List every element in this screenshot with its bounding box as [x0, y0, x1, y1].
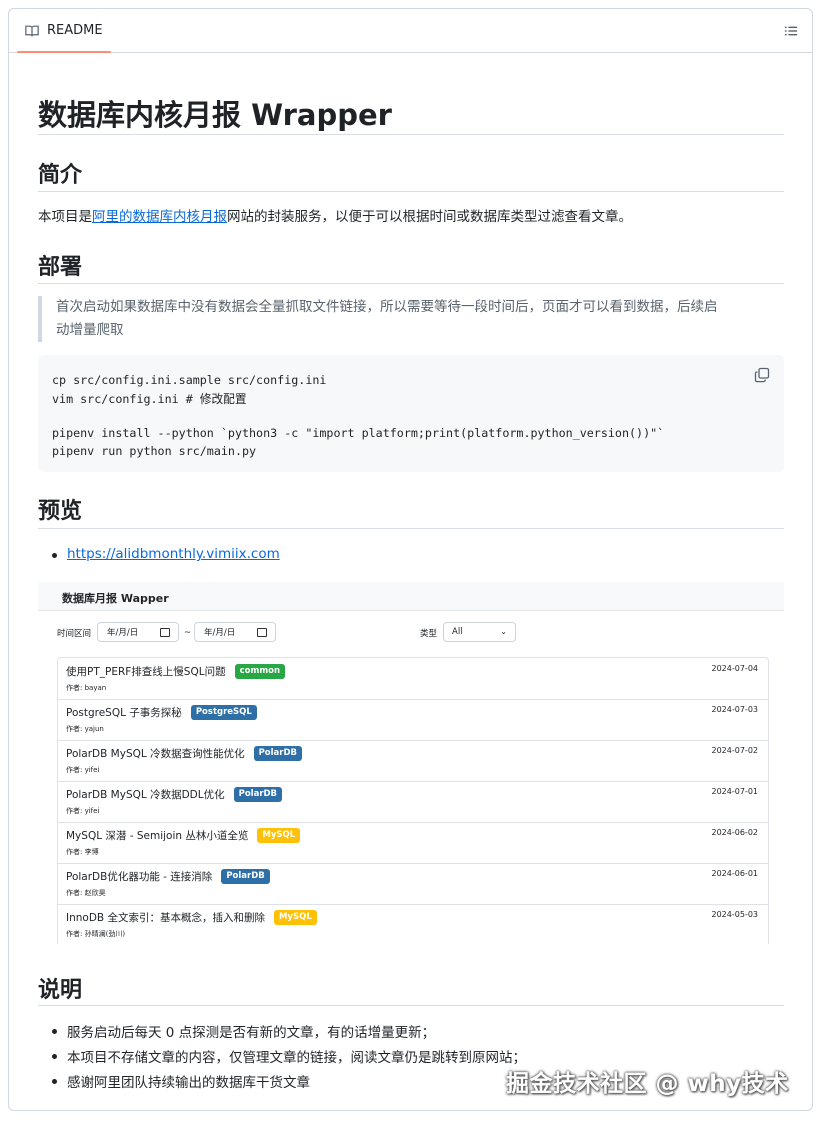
copy-icon[interactable]	[754, 367, 770, 386]
article-date: 2024-07-02	[711, 746, 759, 755]
notes-item: 本项目不存储文章的内容，仅管理文章的链接，阅读文章仍是跳转到原网站；	[67, 1050, 526, 1066]
article-date: 2024-06-01	[711, 869, 759, 878]
code-line: pipenv install --python `python3 -c "imp…	[52, 426, 665, 440]
article-title[interactable]: PolarDB MySQL 冷数据查询性能优化	[66, 746, 245, 761]
time-range-label: 时间区间	[57, 629, 92, 639]
article-author: 作者: 孙晴澜(劲川)	[66, 930, 126, 938]
outline-icon[interactable]	[784, 23, 798, 42]
section-heading-intro: 简介	[38, 163, 83, 188]
intro-suffix: 网站的封装服务，以便于可以根据时间或数据库类型过滤查看文章。	[227, 209, 632, 225]
article-title[interactable]: InnoDB 全文索引：基本概念，插入和删除	[66, 910, 265, 925]
article-row[interactable]: PolarDB MySQL 冷数据查询性能优化 PolarDB 作者: yifei 2…	[58, 740, 768, 782]
intro-paragraph: 本项目是阿里的数据库内核月报网站的封装服务，以便于可以根据时间或数据库类型过滤查…	[38, 206, 632, 228]
article-title-line: InnoDB 全文索引：基本概念，插入和删除 MySQL	[66, 910, 317, 925]
article-author: 作者: bayan	[66, 684, 107, 692]
article-date: 2024-05-03	[711, 910, 759, 919]
divider	[38, 528, 784, 529]
article-tag-badge: PolarDB	[221, 869, 270, 884]
watermark: 掘金技术社区 @ why技术	[506, 1071, 789, 1097]
app-navbar: 数据库月报 Wapper	[38, 582, 784, 611]
list-bullet	[52, 1054, 57, 1059]
notes-item: 服务启动后每天 0 点探测是否有新的文章，有的话增量更新；	[67, 1025, 436, 1041]
article-title-line: MySQL 深潜 - Semijoin 丛林小道全览 MySQL	[66, 828, 301, 843]
article-title-line: PolarDB优化器功能 - 连接消除 PolarDB	[66, 869, 270, 884]
type-label: 类型	[420, 629, 438, 639]
book-icon	[25, 25, 39, 36]
section-heading-notes: 说明	[38, 978, 83, 1003]
monthly-report-link[interactable]: 阿里的数据库内核月报	[92, 209, 227, 225]
preview-screenshot: 数据库月报 Wapper 时间区间 年/月/日 ~ 年/月/日 类型 All ⌄…	[38, 582, 784, 944]
page-title: 数据库内核月报 Wrapper	[38, 98, 392, 132]
intro-prefix: 本项目是	[38, 209, 92, 225]
end-date-input[interactable]: 年/月/日	[194, 622, 276, 642]
article-tag-badge: PolarDB	[233, 787, 283, 802]
article-author: 作者: yifei	[66, 807, 100, 815]
divider	[38, 1005, 784, 1006]
article-tag-badge: PolarDB	[253, 746, 303, 761]
notes-item: 感谢阿里团队持续输出的数据库干货文章	[67, 1075, 310, 1091]
calendar-icon	[160, 628, 170, 637]
section-heading-deploy: 部署	[38, 255, 83, 280]
calendar-icon	[257, 628, 267, 637]
article-row[interactable]: PolarDB优化器功能 - 连接消除 PolarDB 作者: 赵欣昊 2024-06…	[58, 863, 768, 905]
article-title-line: PolarDB MySQL 冷数据DDL优化 PolarDB	[66, 787, 283, 802]
article-tag-badge: PostgreSQL	[190, 705, 257, 720]
quote-line: 动增量爬取	[56, 322, 124, 338]
article-author: 作者: 李博	[66, 848, 99, 856]
start-date-input[interactable]: 年/月/日	[97, 622, 179, 642]
article-title-line: PostgreSQL 子事务探秘 PostgreSQL	[66, 705, 257, 720]
date-placeholder: 年/月/日	[107, 628, 139, 638]
quote-line: 首次启动如果数据库中没有数据会全量抓取文件链接，所以需要等待一段时间后，页面才可…	[56, 299, 718, 315]
tab-readme[interactable]: README	[17, 9, 111, 53]
code-line: pipenv run python src/main.py	[52, 444, 257, 458]
article-list: 使用PT_PERF排查线上慢SQL问题 common 作者: bayan 2024-0…	[57, 657, 769, 944]
date-placeholder: 年/月/日	[204, 628, 236, 638]
code-block: cp src/config.ini.sample src/config.ini …	[38, 355, 784, 472]
article-date: 2024-07-03	[711, 705, 759, 714]
article-date: 2024-07-04	[711, 664, 759, 673]
article-row[interactable]: PostgreSQL 子事务探秘 PostgreSQL 作者: yajun 2024-…	[58, 699, 768, 741]
list-bullet	[52, 1079, 57, 1084]
article-row[interactable]: InnoDB 全文索引：基本概念，插入和删除 MySQL 作者: 孙晴澜(劲川) 20…	[58, 904, 768, 944]
preview-link[interactable]: https://alidbmonthly.vimiix.com	[67, 546, 280, 562]
article-title[interactable]: 使用PT_PERF排查线上慢SQL问题	[66, 664, 226, 679]
divider	[38, 191, 784, 192]
type-select-value: All	[452, 627, 463, 637]
app-title: 数据库月报 Wapper	[62, 592, 169, 605]
list-bullet	[52, 553, 57, 558]
article-author: 作者: 赵欣昊	[66, 889, 106, 897]
article-title[interactable]: PostgreSQL 子事务探秘	[66, 705, 182, 720]
article-row[interactable]: PolarDB MySQL 冷数据DDL优化 PolarDB 作者: yifei 20…	[58, 781, 768, 823]
list-bullet	[52, 1029, 57, 1034]
article-date: 2024-07-01	[711, 787, 759, 796]
readme-card: README 数据库内核月报 Wrapper 简介 本项目是阿里的数据库内核月报…	[8, 8, 813, 1111]
code-line: vim src/config.ini # 修改配置	[52, 392, 247, 406]
article-row[interactable]: MySQL 深潜 - Semijoin 丛林小道全览 MySQL 作者: 李博 202…	[58, 822, 768, 864]
code-line: cp src/config.ini.sample src/config.ini	[52, 373, 327, 387]
chevron-down-icon: ⌄	[500, 627, 507, 636]
deploy-blockquote: 首次启动如果数据库中没有数据会全量抓取文件链接，所以需要等待一段时间后，页面才可…	[38, 296, 772, 342]
article-row[interactable]: 使用PT_PERF排查线上慢SQL问题 common 作者: bayan 2024-0…	[58, 658, 768, 700]
article-tag-badge: MySQL	[257, 828, 301, 843]
article-title-line: PolarDB MySQL 冷数据查询性能优化 PolarDB	[66, 746, 303, 761]
tab-underline	[17, 51, 111, 53]
article-author: 作者: yajun	[66, 725, 104, 733]
date-separator: ~	[184, 628, 192, 638]
article-title[interactable]: PolarDB MySQL 冷数据DDL优化	[66, 787, 225, 802]
readme-tabbar: README	[9, 9, 812, 53]
article-title[interactable]: PolarDB优化器功能 - 连接消除	[66, 869, 212, 884]
section-heading-preview: 预览	[38, 499, 83, 524]
type-select[interactable]: All ⌄	[443, 622, 516, 642]
article-title-line: 使用PT_PERF排查线上慢SQL问题 common	[66, 664, 286, 679]
article-author: 作者: yifei	[66, 766, 100, 774]
divider	[38, 134, 784, 135]
article-date: 2024-06-02	[711, 828, 759, 837]
article-tag-badge: common	[234, 664, 286, 679]
article-title[interactable]: MySQL 深潜 - Semijoin 丛林小道全览	[66, 828, 248, 843]
tab-readme-label: README	[47, 23, 103, 38]
article-tag-badge: MySQL	[273, 910, 317, 925]
divider	[38, 283, 784, 284]
